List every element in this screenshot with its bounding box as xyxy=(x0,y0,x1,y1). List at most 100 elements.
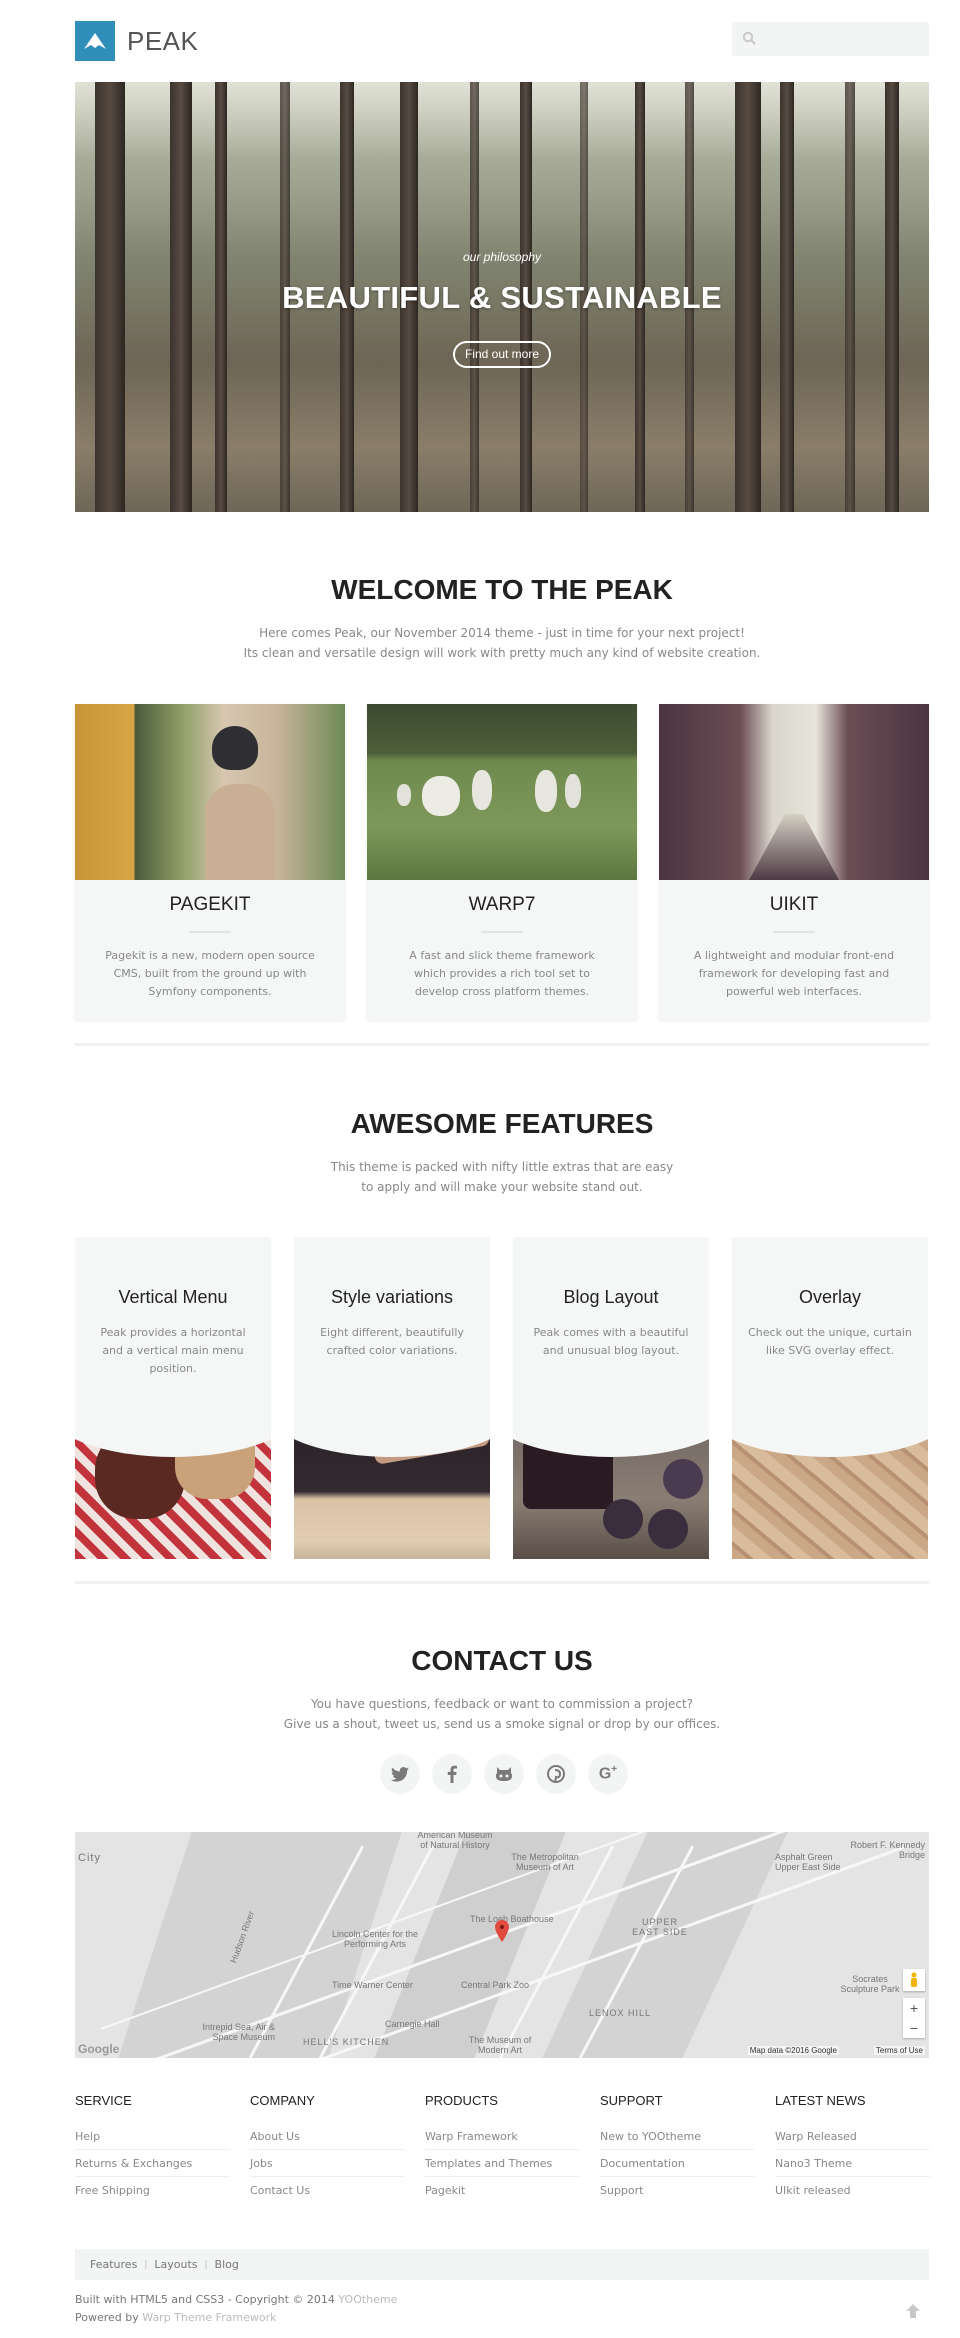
street-view-button[interactable] xyxy=(903,1969,925,1991)
footer-link[interactable]: Contact Us xyxy=(250,2184,405,2203)
footer-nav-blog[interactable]: Blog xyxy=(215,2258,239,2271)
product-card-title: WARP7 xyxy=(468,894,536,915)
welcome-title: WELCOME TO THE PEAK xyxy=(331,574,673,605)
section-divider xyxy=(75,1581,929,1584)
map-label: Intrepid Sea, Air & Space Museum xyxy=(202,2022,275,2042)
feature-card-title: Vertical Menu xyxy=(118,1287,228,1307)
map-label: HELL'S KITCHEN xyxy=(303,2037,390,2047)
footer-link[interactable]: Returns & Exchanges xyxy=(75,2157,230,2177)
title-underline xyxy=(189,931,231,933)
footer-link[interactable]: Warp Released xyxy=(775,2130,930,2150)
product-card-title: UIKIT xyxy=(769,894,819,915)
pinterest-button[interactable] xyxy=(536,1754,576,1794)
footer-column-support: SUPPORT New to YOOtheme Documentation Su… xyxy=(600,2093,755,2210)
map-attribution: Map data ©2016 Google xyxy=(747,2046,839,2055)
feature-card-text: Peak provides a horizontal and a vertica… xyxy=(100,1326,246,1375)
map-label: Asphalt Green Upper East Side xyxy=(775,1852,841,1872)
contact-intro-line-1: You have questions, feedback or want to … xyxy=(310,1697,694,1711)
twitter-button[interactable] xyxy=(380,1754,420,1794)
github-icon xyxy=(496,1767,512,1781)
footer-column-company: COMPANY About Us Jobs Contact Us xyxy=(250,2093,405,2210)
footer-link[interactable]: Help xyxy=(75,2130,230,2150)
product-card-title: PAGEKIT xyxy=(169,894,251,915)
copyright-text: Built with HTML5 and CSS3 - Copyright © … xyxy=(75,2293,339,2306)
curtain-overlay xyxy=(732,1357,928,1457)
zoom-in-button[interactable]: + xyxy=(903,1998,925,2018)
location-map[interactable]: City American Museum of Natural History … xyxy=(75,1832,929,2058)
contact-intro-line-2: Give us a shout, tweet us, send us a smo… xyxy=(283,1717,721,1731)
map-label: American Museum of Natural History xyxy=(417,1832,493,1850)
features-title: AWESOME FEATURES xyxy=(350,1108,654,1139)
google-logo: Google xyxy=(78,2042,120,2056)
find-out-more-button[interactable]: Find out more xyxy=(453,341,551,368)
map-label: LENOX HILL xyxy=(589,2008,652,2018)
warp-framework-link[interactable]: Warp Theme Framework xyxy=(142,2311,276,2324)
footer-link[interactable]: Support xyxy=(600,2184,755,2203)
footer-link[interactable]: Pagekit xyxy=(425,2184,580,2203)
feature-card-style-variations[interactable]: Style variations Eight different, beauti… xyxy=(294,1237,490,1559)
github-button[interactable] xyxy=(484,1754,524,1794)
feature-card-blog-layout[interactable]: Blog Layout Peak comes with a beautiful … xyxy=(513,1237,709,1559)
footer-column-latest-news: LATEST NEWS Warp Released Nano3 Theme UI… xyxy=(775,2093,930,2210)
feature-card-title: Style variations xyxy=(330,1287,454,1307)
feature-card-overlay[interactable]: Overlay Check out the unique, curtain li… xyxy=(732,1237,928,1559)
map-label: The Metropolitan Museum of Art xyxy=(511,1852,579,1872)
facebook-button[interactable] xyxy=(432,1754,472,1794)
footer-column-products: PRODUCTS Warp Framework Templates and Th… xyxy=(425,2093,580,2210)
pegman-icon xyxy=(911,1972,917,1987)
footer-link[interactable]: UIkit released xyxy=(775,2184,930,2203)
footer-column-title: SERVICE xyxy=(75,2093,132,2108)
product-card-text: A fast and slick theme framework which p… xyxy=(409,949,595,998)
nav-separator: | xyxy=(204,2259,208,2270)
powered-text: Powered by xyxy=(75,2311,143,2324)
section-divider xyxy=(75,1043,929,1046)
product-card-pagekit[interactable]: PAGEKIT Pagekit is a new, modern open so… xyxy=(75,704,345,1020)
footer-link[interactable]: Warp Framework xyxy=(425,2130,580,2150)
copyright: Built with HTML5 and CSS3 - Copyright © … xyxy=(75,2291,397,2327)
social-links: G+ xyxy=(380,1754,628,1794)
scroll-to-top-icon[interactable] xyxy=(905,2303,921,2319)
product-card-text: Pagekit is a new, modern open source CMS… xyxy=(105,949,315,998)
logo[interactable]: PEAK xyxy=(75,21,198,61)
footer-nav-features[interactable]: Features xyxy=(90,2258,137,2271)
nav-separator: | xyxy=(144,2259,148,2270)
footer-link[interactable]: Jobs xyxy=(250,2157,405,2177)
zoom-out-button[interactable]: − xyxy=(903,2018,925,2038)
hero-title: BEAUTIFUL & SUSTAINABLE xyxy=(282,280,722,315)
product-card-warp7[interactable]: WARP7 A fast and slick theme framework w… xyxy=(367,704,637,1020)
map-label: UPPER EAST SIDE xyxy=(632,1917,688,1937)
footer-link[interactable]: Documentation xyxy=(600,2157,755,2177)
map-label: Lincoln Center for the Performing Arts xyxy=(331,1929,419,1949)
product-card-uikit[interactable]: UIKIT A lightweight and modular front-en… xyxy=(659,704,929,1020)
hero-banner: our philosophy BEAUTIFUL & SUSTAINABLE F… xyxy=(75,82,929,512)
feature-card-vertical-menu[interactable]: Vertical Menu Peak provides a horizontal… xyxy=(75,1237,271,1559)
map-terms-link[interactable]: Terms of Use xyxy=(873,2046,925,2055)
welcome-intro-line-2: Its clean and versatile design will work… xyxy=(243,646,761,660)
features-intro-line-2: to apply and will make your website stan… xyxy=(361,1180,643,1194)
footer-column-service: SERVICE Help Returns & Exchanges Free Sh… xyxy=(75,2093,230,2210)
search-box[interactable] xyxy=(732,22,929,56)
map-label: Time Warner Center xyxy=(332,1980,413,1990)
pagekit-image xyxy=(75,704,345,880)
google-plus-icon: G+ xyxy=(598,1764,618,1783)
map-label: Central Park Zoo xyxy=(461,1980,530,1990)
footer-column-title: SUPPORT xyxy=(600,2093,663,2108)
google-plus-button[interactable]: G+ xyxy=(588,1754,628,1794)
yootheme-link[interactable]: YOOtheme xyxy=(338,2293,397,2306)
twitter-icon xyxy=(391,1766,409,1782)
footer-nav-layouts[interactable]: Layouts xyxy=(154,2258,197,2271)
features-intro-line-1: This theme is packed with nifty little e… xyxy=(330,1160,674,1174)
search-input[interactable] xyxy=(732,22,929,56)
map-label: Carnegie Hall xyxy=(385,2019,440,2029)
welcome-intro-line-1: Here comes Peak, our November 2014 theme… xyxy=(259,626,745,640)
footer-link[interactable]: New to YOOtheme xyxy=(600,2130,755,2150)
feature-card-text: Check out the unique, curtain like SVG o… xyxy=(748,1326,912,1357)
footer-link[interactable]: Templates and Themes xyxy=(425,2157,580,2177)
footer-link[interactable]: Nano3 Theme xyxy=(775,2157,930,2177)
pinterest-icon xyxy=(547,1765,565,1783)
uikit-image xyxy=(659,704,929,880)
footer-column-title: COMPANY xyxy=(250,2093,315,2108)
footer-link[interactable]: About Us xyxy=(250,2130,405,2150)
footer-link[interactable]: Free Shipping xyxy=(75,2184,230,2203)
product-card-text: A lightweight and modular front-end fram… xyxy=(693,949,895,998)
